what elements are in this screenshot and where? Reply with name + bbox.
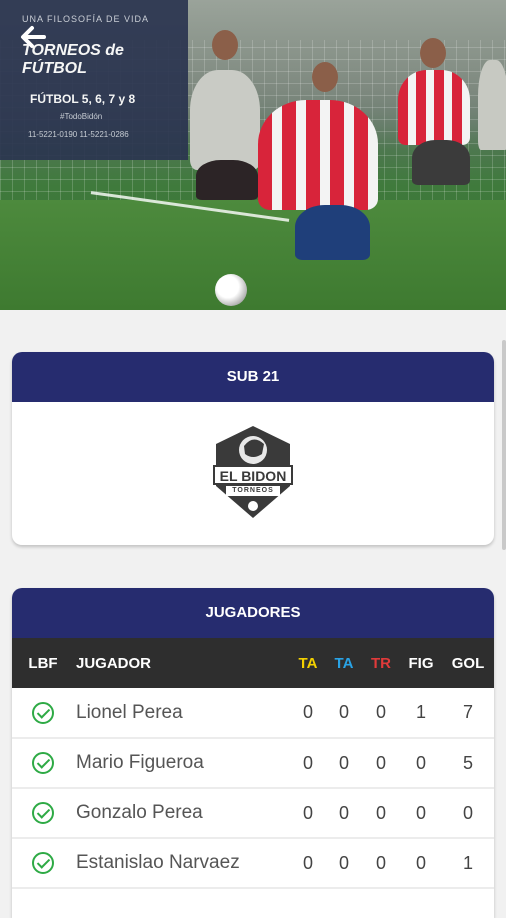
check-circle-icon	[32, 852, 54, 875]
players-card-title: JUGADORES	[12, 588, 494, 638]
banner-text-3: FÚTBOL 5, 6, 7 y 8	[30, 92, 136, 106]
ta-yellow-value: 0	[302, 802, 313, 823]
player-name: Estanislao Narvaez	[76, 852, 240, 873]
table-header-row: LBF JUGADOR TA TA TR FIG GOL	[12, 638, 494, 688]
check-circle-icon	[32, 701, 54, 724]
team-logo: EL BIDON TORNEOS	[212, 424, 294, 520]
lbf-cell	[12, 788, 68, 838]
banner-text-5: 11-5221-0190 11-5221-0286	[28, 130, 129, 139]
col-ta-yellow: TA	[298, 654, 318, 672]
team-card: SUB 21 EL BIDON TORNEOS	[12, 352, 494, 545]
hero-photo: UNA FILOSOFÍA DE VIDA TORNEOS de FÚTBOL …	[0, 0, 506, 310]
fig-value: 0	[415, 752, 426, 773]
tr-value: 0	[375, 802, 386, 823]
fig-value: 1	[415, 702, 426, 722]
scrollbar[interactable]	[502, 340, 506, 550]
ta-yellow-value: 0	[302, 702, 313, 722]
players-card: JUGADORES LBF JUGADOR TA TA TR FIG GOL L…	[12, 588, 494, 918]
table-row[interactable]: Gonzalo Perea 0 0 0 0 0	[12, 788, 494, 838]
tr-value: 0	[375, 852, 386, 873]
player-figure	[478, 60, 506, 150]
player-figure	[398, 70, 470, 145]
fig-value: 0	[415, 852, 426, 873]
col-gol: GOL	[451, 654, 485, 672]
table-row[interactable]: Mario Figueroa 0 0 0 0 5	[12, 738, 494, 788]
banner-text-4: #TodoBidón	[60, 112, 103, 121]
player-name: Mario Figueroa	[76, 752, 204, 773]
ta-blue-value: 0	[338, 802, 349, 823]
players-table: LBF JUGADOR TA TA TR FIG GOL Lionel Pere…	[12, 638, 494, 889]
ta-blue-value: 0	[338, 702, 349, 722]
lbf-cell	[12, 838, 68, 888]
player-figure	[412, 140, 470, 185]
player-name: Gonzalo Perea	[76, 802, 203, 823]
check-circle-icon	[32, 752, 54, 775]
col-fig: FIG	[408, 654, 434, 672]
tr-value: 0	[375, 702, 386, 722]
gol-value: 0	[462, 802, 473, 823]
player-figure	[295, 205, 370, 260]
col-ta-blue: TA	[334, 654, 354, 672]
col-tr: TR	[371, 654, 391, 672]
check-circle-icon	[32, 802, 54, 825]
back-button[interactable]	[18, 22, 52, 56]
ta-blue-value: 0	[338, 752, 349, 773]
gol-value: 7	[462, 702, 473, 722]
tr-value: 0	[375, 752, 386, 773]
table-row[interactable]: Lionel Perea 0 0 0 1 7	[12, 688, 494, 738]
logo-title: EL BIDON	[219, 468, 287, 484]
team-card-title: SUB 21	[12, 352, 494, 402]
ta-blue-value: 0	[338, 852, 349, 873]
table-row[interactable]: Estanislao Narvaez 0 0 0 0 1	[12, 838, 494, 888]
player-figure	[258, 100, 378, 210]
arrow-left-icon	[21, 26, 46, 48]
col-jugador: JUGADOR	[76, 654, 152, 672]
gol-value: 5	[462, 752, 473, 773]
logo-subtitle: TORNEOS	[232, 487, 274, 494]
player-name: Lionel Perea	[76, 701, 183, 723]
player-head	[312, 62, 338, 92]
gol-value: 1	[462, 852, 473, 873]
col-lbf: LBF	[28, 654, 58, 672]
lbf-cell	[12, 688, 68, 738]
player-figure	[196, 160, 258, 200]
fig-value: 0	[415, 802, 426, 823]
player-figure	[190, 70, 260, 170]
soccer-ball	[215, 274, 247, 306]
player-head	[212, 30, 238, 60]
player-head	[420, 38, 446, 68]
lbf-cell	[12, 738, 68, 788]
ta-yellow-value: 0	[302, 752, 313, 773]
ta-yellow-value: 0	[302, 852, 313, 873]
